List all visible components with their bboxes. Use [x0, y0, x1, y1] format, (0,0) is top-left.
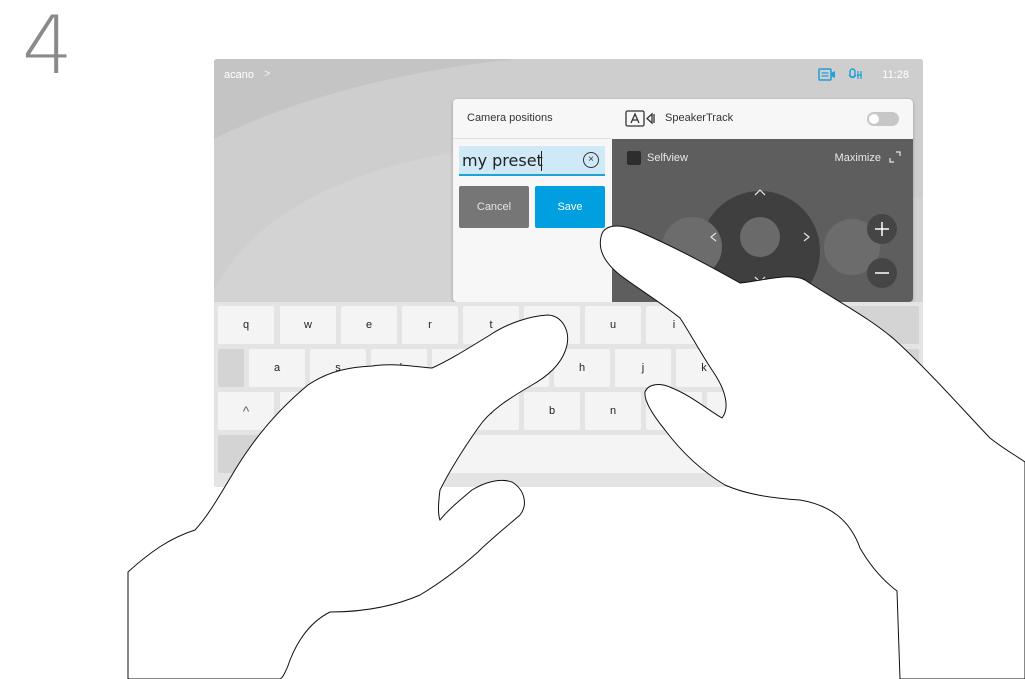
step-number: 4	[22, 0, 73, 92]
key-hide-keyboard[interactable]	[796, 435, 919, 473]
speakertrack-toggle[interactable]	[867, 112, 899, 126]
key-b[interactable]: b	[524, 392, 580, 430]
key-t[interactable]: t	[463, 306, 519, 344]
key-space[interactable]	[311, 435, 791, 473]
key-a[interactable]: a	[249, 349, 305, 387]
key-y[interactable]	[524, 306, 580, 344]
key-k[interactable]: k	[676, 349, 732, 387]
maximize-icon[interactable]	[889, 151, 901, 163]
key-shift-right[interactable]	[768, 392, 919, 430]
camera-pad-center[interactable]	[740, 217, 780, 257]
text-caret	[541, 151, 542, 171]
background-person-left	[662, 217, 722, 277]
key-comma[interactable]	[707, 392, 763, 430]
camera-positions-pane: Camera positions my preset × Cancel Save	[453, 99, 612, 302]
key-n[interactable]: n	[585, 392, 641, 430]
key-numbers[interactable]	[218, 435, 306, 473]
preset-name-input[interactable]: my preset ×	[459, 146, 605, 176]
preset-name-value: my preset	[462, 151, 543, 170]
key-f[interactable]	[432, 349, 488, 387]
key-g[interactable]	[493, 349, 549, 387]
camera-status-icon[interactable]	[818, 68, 836, 82]
key-backspace[interactable]	[829, 306, 919, 344]
key-shift[interactable]: ^	[218, 392, 274, 430]
touch-panel-screen: acano > 11:28 Camera positions my preset…	[214, 59, 923, 487]
key-m[interactable]	[646, 392, 702, 430]
chevron-right-icon: >	[264, 68, 271, 80]
key-u[interactable]: u	[585, 306, 641, 344]
key-p[interactable]	[768, 306, 824, 344]
key-q[interactable]: q	[218, 306, 274, 344]
selfview-checkbox[interactable]	[627, 151, 641, 165]
status-bar: acano > 11:28	[214, 59, 923, 91]
key-j[interactable]: j	[615, 349, 671, 387]
cancel-button[interactable]: Cancel	[459, 186, 529, 228]
camera-control-pane: SpeakerTrack Selfview Maximize	[612, 99, 913, 302]
toggle-knob	[869, 114, 879, 124]
key-d[interactable]: d	[371, 349, 427, 387]
selfview-label: Selfview	[647, 152, 688, 164]
key-r[interactable]: r	[402, 306, 458, 344]
key-spacer-left	[218, 349, 244, 387]
key-o[interactable]	[707, 306, 763, 344]
on-screen-keyboard: q w e r t u i a s d h j k ^ v b n	[214, 302, 923, 487]
key-v[interactable]: v	[463, 392, 519, 430]
divider	[453, 138, 612, 139]
key-s[interactable]: s	[310, 349, 366, 387]
save-button[interactable]: Save	[535, 186, 605, 228]
clear-icon[interactable]: ×	[583, 152, 599, 168]
camera-panel: Camera positions my preset × Cancel Save…	[453, 99, 913, 302]
key-h[interactable]: h	[554, 349, 610, 387]
key-l[interactable]	[737, 349, 793, 387]
key-w[interactable]: w	[280, 306, 336, 344]
key-x[interactable]	[341, 392, 397, 430]
microphone-status-icon[interactable]	[848, 68, 864, 82]
clock: 11:28	[882, 69, 909, 81]
maximize-label[interactable]: Maximize	[835, 152, 881, 164]
key-z[interactable]	[280, 392, 336, 430]
key-e[interactable]: e	[341, 306, 397, 344]
speakertrack-row: SpeakerTrack	[612, 99, 913, 139]
key-return[interactable]	[798, 349, 919, 387]
site-name: acano	[224, 69, 254, 81]
key-i[interactable]: i	[646, 306, 702, 344]
speakertrack-label: SpeakerTrack	[665, 112, 734, 124]
key-c[interactable]	[402, 392, 458, 430]
speakertrack-icon	[625, 110, 655, 127]
camera-positions-title: Camera positions	[467, 112, 553, 124]
